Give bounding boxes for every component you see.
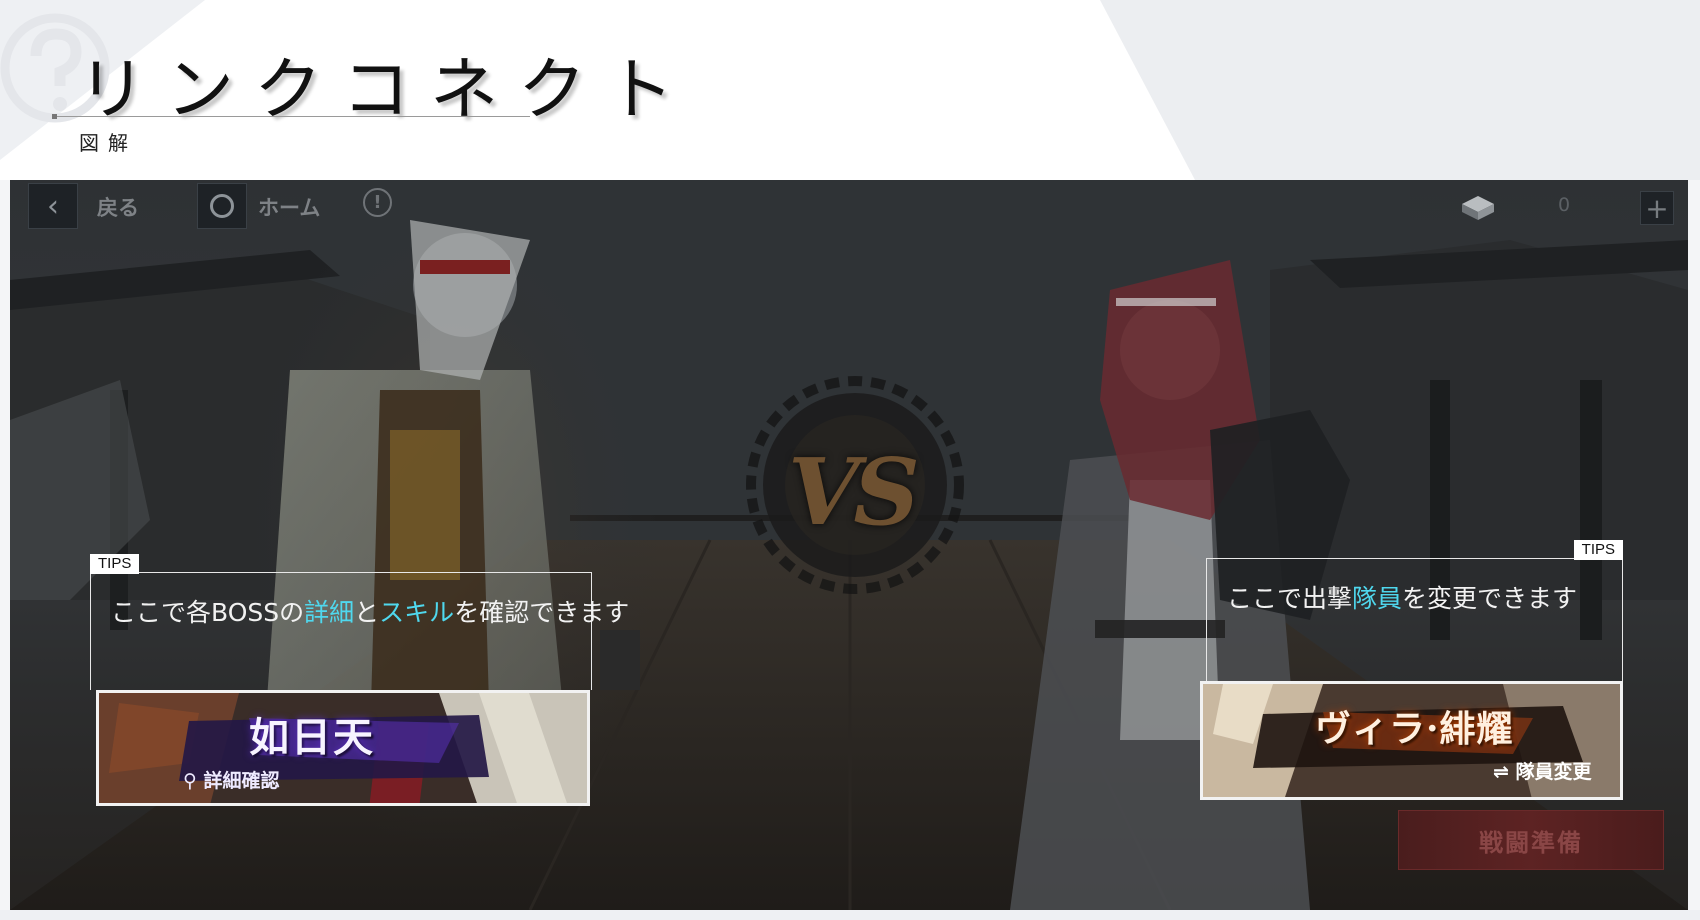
boss-name: 如日天	[249, 714, 375, 761]
team-tips-post: を変更できます	[1402, 584, 1578, 613]
team-tips-box: TIPS ここで出撃隊員を変更できます	[1206, 540, 1623, 681]
tips-tag: TIPS	[90, 554, 140, 574]
boss-tips-box: TIPS ここで各BOSSの詳細とスキルを確認できます	[90, 554, 629, 690]
tips-tag: TIPS	[1573, 540, 1623, 560]
team-tips-pre: ここで出撃	[1227, 584, 1353, 613]
home-button[interactable]	[197, 183, 247, 229]
back-label[interactable]: 戻る	[97, 192, 139, 222]
boss-detail-button[interactable]: ⚲ 詳細確認	[183, 766, 280, 793]
page-title: リンクコネクト	[78, 51, 695, 130]
team-change-button[interactable]: ⇌ 隊員変更	[1493, 757, 1592, 784]
boss-card[interactable]: 如日天 ⚲ 詳細確認	[96, 690, 590, 806]
team-tips-member: 隊員	[1352, 584, 1403, 613]
stamina-icon	[1462, 196, 1494, 220]
team-member-name: ヴィラ·緋耀	[1315, 708, 1514, 750]
chevron-left-icon: ‹	[47, 188, 59, 224]
boss-tips-text: ここで各BOSSの詳細とスキルを確認できます	[111, 593, 629, 629]
home-label[interactable]: ホーム	[258, 192, 320, 222]
title-divider-dot	[52, 114, 57, 119]
battle-prep-button[interactable]: 戦闘準備	[1398, 810, 1664, 870]
vs-text: VS	[788, 438, 920, 546]
add-stamina-button[interactable]: +	[1640, 191, 1674, 225]
title-divider	[54, 116, 530, 117]
stamina-count: 0	[1558, 194, 1571, 216]
home-circle-icon	[210, 194, 234, 218]
boss-tips-skill: スキル	[379, 598, 455, 627]
team-card[interactable]: ヴィラ·緋耀 ⇌ 隊員変更	[1200, 681, 1623, 800]
game-screenshot: ‹ 戻る ホーム ! 0 + VS TIPS ここで各BOSSの詳細とスキルを確…	[10, 180, 1688, 910]
boss-tips-pre: ここで各BOSSの	[111, 598, 305, 627]
back-button[interactable]: ‹	[28, 183, 78, 229]
boss-tips-post: を確認できます	[454, 598, 630, 627]
team-tips-text: ここで出撃隊員を変更できます	[1227, 579, 1577, 615]
magnifier-icon: ⚲	[183, 770, 204, 792]
boss-tips-detail: 詳細	[304, 598, 355, 627]
boss-detail-label: 詳細確認	[203, 770, 280, 792]
swap-icon: ⇌	[1493, 761, 1516, 783]
boss-tips-and: と	[354, 598, 380, 627]
plus-icon: +	[1645, 191, 1669, 225]
team-change-label: 隊員変更	[1515, 761, 1592, 783]
page-subtitle: 図解	[79, 131, 137, 155]
info-icon[interactable]: !	[363, 188, 392, 217]
